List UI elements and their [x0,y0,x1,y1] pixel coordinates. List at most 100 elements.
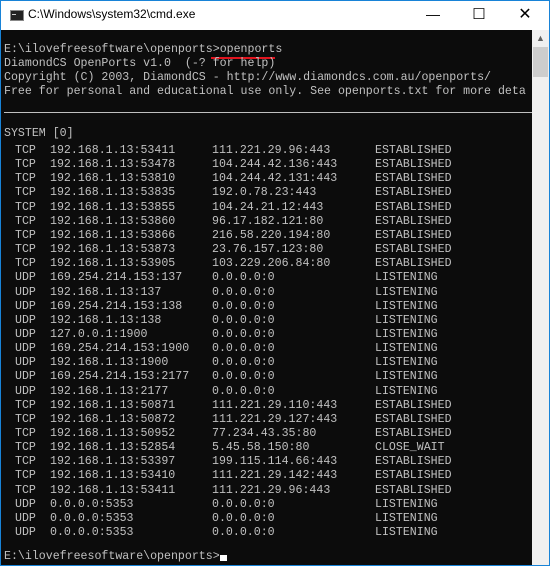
remote-address: 0.0.0.0:0 [212,511,275,525]
remote-address: 0.0.0.0:0 [212,356,275,370]
command: openports [219,43,283,56]
protocol: TCP [15,172,36,186]
state: ESTABLISHED [375,214,452,228]
state: ESTABLISHED [375,257,452,271]
protocol: TCP [15,228,36,242]
local-address: 192.168.1.13:138 [50,313,162,327]
state: ESTABLISHED [375,243,452,257]
header-line: Copyright (C) 2003, DiamondCS - http://w… [4,71,492,84]
state: ESTABLISHED [375,144,452,157]
local-address: 192.168.1.13:53855 [50,200,176,214]
state: LISTENING [375,384,438,398]
protocol: UDP [15,327,36,341]
local-address: 192.168.1.13:53410 [50,469,176,483]
state: LISTENING [375,271,438,285]
console-output[interactable]: E:\ilovefreesoftware\openports>openports… [1,30,532,565]
remote-address: 0.0.0.0:0 [212,271,275,285]
protocol: UDP [15,356,36,370]
state: LISTENING [375,356,438,370]
remote-address: 111.221.29.127:443 [212,412,338,426]
state: LISTENING [375,327,438,341]
scroll-up-arrow-icon[interactable]: ▲ [532,30,549,47]
state: ESTABLISHED [375,228,452,242]
separator-line [4,112,532,113]
state: ESTABLISHED [375,172,452,186]
local-address: 192.168.1.13:53411 [50,483,176,497]
local-address: 0.0.0.0:5353 [50,526,134,540]
prompt: E:\ilovefreesoftware\openports> [4,550,220,563]
window-title: C:\Windows\system32\cmd.exe [28,7,196,21]
state: ESTABLISHED [375,200,452,214]
final-prompt-line[interactable]: E:\ilovefreesoftware\openports> [4,550,227,564]
local-address: 169.254.214.153:1900 [50,342,190,356]
protocol: UDP [15,370,36,384]
protocol: TCP [15,144,36,157]
state: LISTENING [375,526,438,540]
local-address: 192.168.1.13:53835 [50,186,176,200]
state: LISTENING [375,497,438,511]
vertical-scrollbar[interactable]: ▲ [532,30,549,565]
remote-address: 23.76.157.123:80 [212,243,324,257]
remote-address: 0.0.0.0:0 [212,497,275,511]
protocol: TCP [15,469,36,483]
protocol: UDP [15,299,36,313]
protocol: UDP [15,511,36,525]
prompt: E:\ilovefreesoftware\openports> [4,43,220,56]
protocol: TCP [15,441,36,455]
protocol: TCP [15,427,36,440]
local-address: 192.168.1.13:53873 [50,243,176,257]
local-address: 127.0.0.1:1900 [50,327,148,341]
protocol: TCP [15,257,36,271]
cmd-app-icon[interactable] [10,10,24,21]
remote-address: 0.0.0.0:0 [212,327,275,341]
protocol: TCP [15,455,36,469]
remote-address: 104.24.21.12:443 [212,200,324,214]
protocol: TCP [15,243,36,257]
local-address: 192.168.1.13:52854 [50,441,176,455]
protocol: UDP [15,313,36,327]
local-address: 192.168.1.13:1900 [50,356,169,370]
remote-address: 103.229.206.84:80 [212,257,331,271]
local-address: 0.0.0.0:5353 [50,497,134,511]
remote-address: 0.0.0.0:0 [212,370,275,384]
state: ESTABLISHED [375,469,452,483]
protocol: TCP [15,412,36,426]
remote-address: 192.0.78.23:443 [212,186,317,200]
header-line: Free for personal and educational use on… [4,85,526,98]
local-address: 192.168.1.13:53397 [50,455,176,469]
protocol: TCP [15,158,36,172]
local-address: 192.168.1.13:53860 [50,214,176,228]
maximize-button[interactable]: ☐ [456,1,502,30]
remote-address: 0.0.0.0:0 [212,342,275,356]
protocol: TCP [15,200,36,214]
local-address: 192.168.1.13:53478 [50,158,176,172]
local-address: 169.254.214.153:2177 [50,370,190,384]
state: ESTABLISHED [375,158,452,172]
state: ESTABLISHED [375,186,452,200]
remote-address: 77.234.43.35:80 [212,427,317,440]
state: LISTENING [375,511,438,525]
header-line: DiamondCS OpenPorts v1.0 (-? for help) [4,57,276,70]
local-address: 192.168.1.13:53810 [50,172,176,186]
minimize-button[interactable]: — [410,1,456,30]
remote-address: 199.115.114.66:443 [212,455,338,469]
remote-address: 0.0.0.0:0 [212,313,275,327]
local-address: 192.168.1.13:50871 [50,398,176,412]
protocol: UDP [15,285,36,299]
remote-address: 0.0.0.0:0 [212,526,275,540]
cmd-window: C:\Windows\system32\cmd.exe — ☐ ✕ E:\ilo… [0,0,550,566]
protocol: UDP [15,497,36,511]
state: ESTABLISHED [375,427,452,440]
protocol: TCP [15,483,36,497]
scrollbar-thumb[interactable] [533,47,548,77]
local-address: 192.168.1.13:53905 [50,257,176,271]
state: LISTENING [375,342,438,356]
title-bar[interactable]: C:\Windows\system32\cmd.exe — ☐ ✕ [1,1,549,30]
close-button[interactable]: ✕ [502,1,548,30]
remote-address: 5.45.58.150:80 [212,441,310,455]
state: LISTENING [375,299,438,313]
remote-address: 111.221.29.96:443 [212,483,331,497]
protocol: UDP [15,271,36,285]
state: LISTENING [375,370,438,384]
local-address: 192.168.1.13:2177 [50,384,169,398]
